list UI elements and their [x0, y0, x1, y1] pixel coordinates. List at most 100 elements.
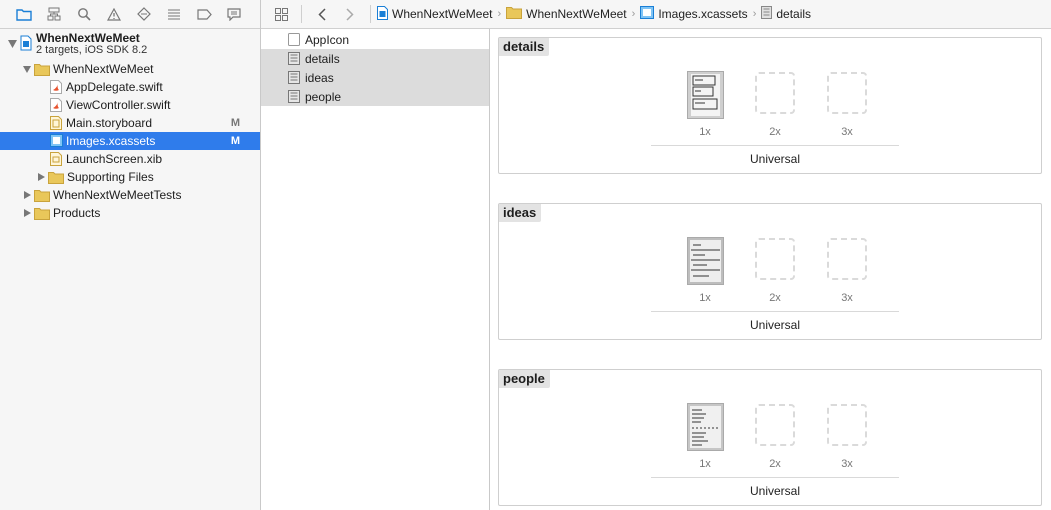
asset-list: AppIcon details ideas people [261, 29, 490, 510]
tree-item-label: Products [53, 206, 101, 220]
image-set-name[interactable]: ideas [499, 204, 542, 222]
tree-item-products[interactable]: Products [0, 204, 260, 222]
slot-3x[interactable]: 3x [827, 68, 867, 138]
slot-1x[interactable]: 1x [685, 68, 725, 138]
tree-item-label: ViewController.swift [66, 98, 171, 112]
scale-label: 3x [841, 458, 853, 470]
scale-label: 1x [699, 292, 711, 304]
folder-icon[interactable] [10, 3, 38, 25]
slot-2x[interactable]: 2x [755, 400, 795, 470]
breadcrumb-label: WhenNextWeMeet [526, 7, 627, 21]
tree-item-group-whennextwemeet[interactable]: WhenNextWeMeet [0, 60, 260, 78]
image-set-ideas: ideas 1x 2x 3x Universal [498, 203, 1042, 340]
tree-item-launchscreen[interactable]: LaunchScreen.xib [0, 150, 260, 168]
scale-label: 2x [769, 458, 781, 470]
breadcrumb-project[interactable]: WhenNextWeMeet [377, 5, 492, 23]
empty-image-well[interactable] [827, 72, 867, 114]
slot-1x[interactable]: 1x [685, 234, 725, 304]
slot-1x[interactable]: 1x [685, 400, 725, 470]
breadcrumb-group[interactable]: WhenNextWeMeet [506, 6, 627, 22]
asset-label: AppIcon [305, 32, 350, 47]
empty-image-well[interactable] [827, 404, 867, 446]
disclosure-open-icon[interactable] [22, 64, 32, 74]
asset-item-appicon[interactable]: AppIcon [261, 30, 489, 49]
swift-file-icon [50, 80, 62, 94]
xib-file-icon [50, 152, 62, 166]
slot-2x[interactable]: 2x [755, 234, 795, 304]
debug-icon[interactable] [160, 3, 188, 25]
tree-item-appdelegate[interactable]: AppDelegate.swift [0, 78, 260, 96]
disclosure-open-icon[interactable] [7, 39, 17, 49]
slot-2x[interactable]: 2x [755, 68, 795, 138]
asset-catalog-icon [640, 6, 655, 22]
disclosure-closed-icon[interactable] [36, 172, 46, 182]
jump-bar: WhenNextWeMeet › WhenNextWeMeet › Images… [261, 0, 1051, 29]
chevron-right-icon: › [631, 8, 636, 20]
tree-item-label: Main.storyboard [66, 116, 153, 130]
test-icon[interactable] [130, 3, 158, 25]
empty-image-well[interactable] [755, 72, 795, 114]
tree-item-main-storyboard[interactable]: Main.storyboard M [0, 114, 260, 132]
asset-label: people [305, 89, 342, 104]
image-set-name[interactable]: people [499, 370, 550, 388]
empty-image-well[interactable] [755, 404, 795, 446]
asset-catalog-icon [50, 134, 63, 148]
project-root[interactable]: WhenNextWeMeet 2 targets, iOS SDK 8.2 [0, 31, 260, 57]
back-icon[interactable] [308, 3, 336, 25]
report-icon[interactable] [220, 3, 248, 25]
tree-item-label: LaunchScreen.xib [66, 152, 163, 166]
empty-image-well[interactable] [755, 238, 795, 280]
tree-item-label: WhenNextWeMeet [53, 62, 154, 76]
hierarchy-icon[interactable] [40, 3, 68, 25]
project-file-icon [377, 5, 388, 23]
slot-3x[interactable]: 3x [827, 234, 867, 304]
scale-label: 1x [699, 126, 711, 138]
breadcrumb-image-set[interactable]: details [761, 6, 811, 22]
folder-icon [506, 6, 523, 22]
tree-item-label: AppDelegate.swift [66, 80, 163, 94]
image-set-name[interactable]: details [499, 38, 550, 56]
tree-item-label: Images.xcassets [66, 134, 156, 148]
project-file-icon [20, 35, 32, 54]
app-icon-set-icon [288, 33, 300, 46]
chevron-right-icon: › [752, 8, 757, 20]
breakpoint-icon[interactable] [190, 3, 218, 25]
tree-item-tests[interactable]: WhenNextWeMeetTests [0, 186, 260, 204]
project-navigator: WhenNextWeMeet 2 targets, iOS SDK 8.2 Wh… [0, 0, 261, 510]
tree-item-viewcontroller[interactable]: ViewController.swift [0, 96, 260, 114]
forward-icon[interactable] [336, 3, 364, 25]
disclosure-closed-icon[interactable] [22, 208, 32, 218]
image-set-people: people 1x 2x 3x Universal [498, 369, 1042, 506]
toolbar-divider [370, 5, 371, 23]
asset-item-details[interactable]: details [261, 49, 489, 68]
asset-item-ideas[interactable]: ideas [261, 68, 489, 87]
folder-icon [34, 189, 50, 202]
disclosure-closed-icon[interactable] [22, 190, 32, 200]
idiom-label: Universal [749, 152, 800, 166]
image-set-icon [761, 6, 773, 22]
modified-badge: M [230, 117, 240, 129]
folder-icon [48, 171, 64, 184]
empty-image-well[interactable] [827, 238, 867, 280]
related-items-icon[interactable] [267, 3, 295, 25]
tree-item-images-xcassets[interactable]: Images.xcassets M [0, 132, 260, 150]
divider [651, 477, 899, 478]
asset-item-people[interactable]: people [261, 87, 489, 106]
search-icon[interactable] [70, 3, 98, 25]
scale-label: 2x [769, 126, 781, 138]
slot-3x[interactable]: 3x [827, 400, 867, 470]
tree-item-supporting-files[interactable]: Supporting Files [0, 168, 260, 186]
scale-label: 1x [699, 458, 711, 470]
scale-label: 3x [841, 126, 853, 138]
idiom-label: Universal [749, 484, 800, 498]
asset-label: ideas [305, 70, 334, 85]
swift-file-icon [50, 98, 62, 112]
breadcrumb-asset-catalog[interactable]: Images.xcassets [640, 6, 748, 22]
image-set-icon [288, 90, 300, 103]
tree-item-label: WhenNextWeMeetTests [53, 188, 182, 202]
breadcrumb-label: Images.xcassets [658, 7, 748, 21]
folder-icon [34, 207, 50, 220]
image-set-details: details 1x 2x 3x Universal [498, 37, 1042, 174]
warning-icon[interactable] [100, 3, 128, 25]
sketch-thumbnail [687, 237, 724, 285]
